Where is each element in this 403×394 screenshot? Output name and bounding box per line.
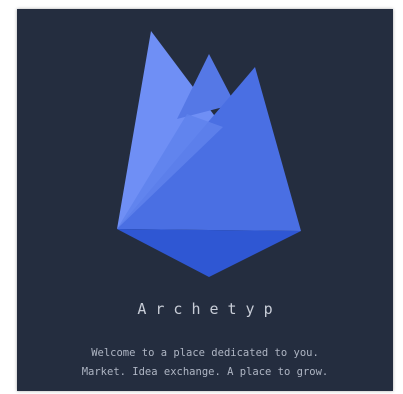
- logo-base: [117, 229, 301, 277]
- archetyp-logo-icon: [117, 31, 301, 277]
- tagline-line-1: Welcome to a place dedicated to you.: [91, 347, 319, 359]
- screen: Archetyp Welcome to a place dedicated to…: [0, 0, 403, 394]
- brand-name: Archetyp: [137, 300, 282, 318]
- welcome-panel: Archetyp Welcome to a place dedicated to…: [17, 9, 393, 391]
- tagline-line-2: Market. Idea exchange. A place to grow.: [81, 366, 329, 378]
